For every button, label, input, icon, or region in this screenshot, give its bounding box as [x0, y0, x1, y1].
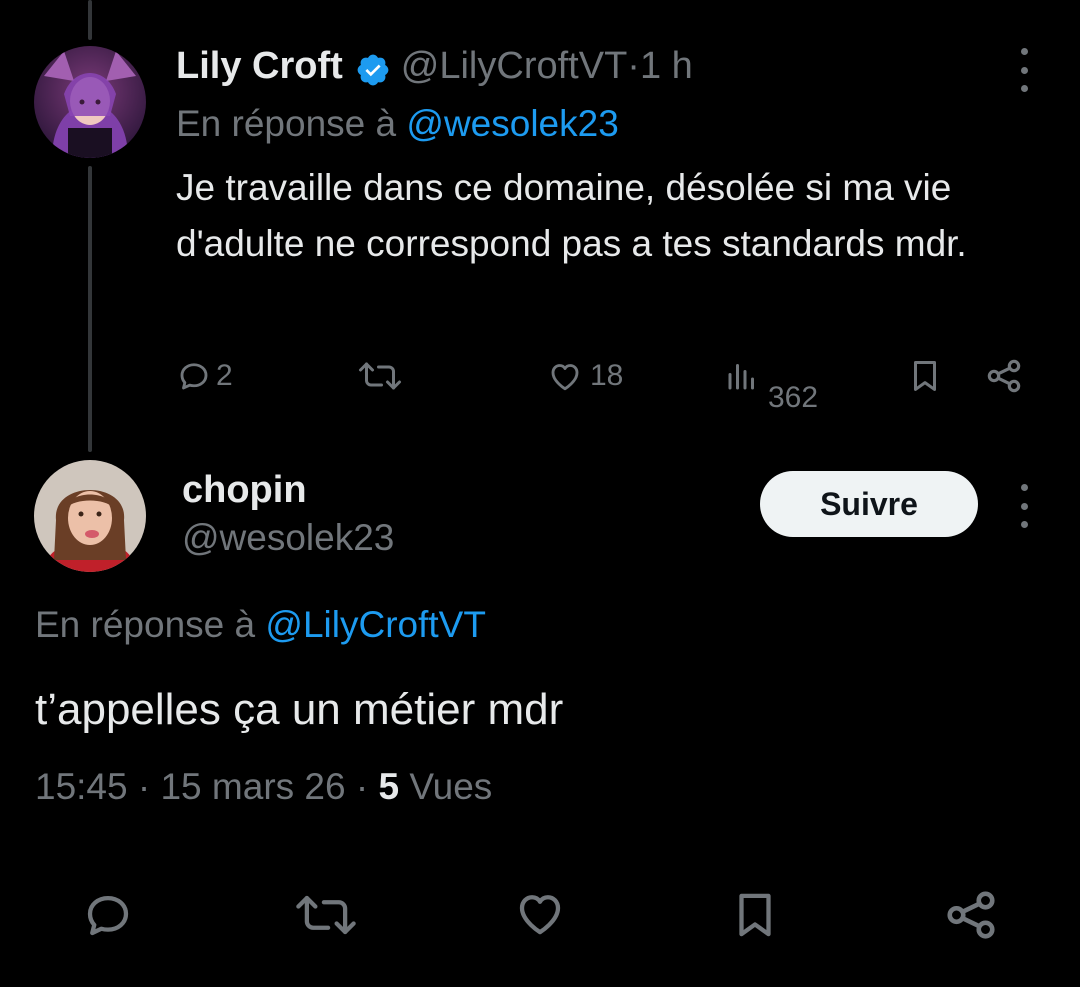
share-button[interactable]	[984, 356, 1024, 396]
tweet-time[interactable]: 15:45	[35, 766, 128, 807]
main-reply-button[interactable]	[80, 888, 136, 942]
like-icon	[551, 364, 579, 391]
main-tweet-text: t’appelles ça un métier mdr	[35, 685, 564, 734]
views-icon	[728, 364, 754, 390]
main-like-button[interactable]	[512, 886, 568, 940]
reply-icon	[87, 895, 129, 936]
main-reply-to-line: En réponse à @LilyCroftVT	[35, 600, 486, 650]
parent-reply-to-line: En réponse à @wesolek23	[176, 99, 619, 149]
like-count: 18	[590, 359, 624, 392]
avatar-lily-croft[interactable]	[34, 46, 146, 158]
views-button[interactable]: 362	[722, 358, 818, 414]
like-button[interactable]: 18	[546, 358, 623, 394]
bookmark-button[interactable]	[906, 356, 944, 396]
views-label: Vues	[399, 766, 493, 807]
main-author-handle[interactable]: @wesolek23	[182, 514, 394, 562]
author-name[interactable]: Lily Croft	[176, 38, 343, 94]
meta-sep-1: ·	[127, 766, 161, 807]
parent-tweet-header: Lily Croft @LilyCroftVT · 1 h	[176, 38, 693, 94]
reply-count: 2	[216, 359, 233, 392]
reply-to-handle[interactable]: @wesolek23	[406, 103, 618, 144]
views-count: 362	[768, 381, 819, 414]
share-icon	[987, 359, 1021, 393]
retweet-icon	[359, 362, 401, 390]
time-ago[interactable]: 1 h	[640, 38, 693, 94]
follow-button[interactable]: Suivre	[760, 471, 978, 537]
views-number: 5	[378, 766, 400, 807]
author-handle[interactable]: @LilyCroftVT	[401, 38, 628, 94]
main-reply-to-handle[interactable]: @LilyCroftVT	[265, 604, 486, 645]
tweet-date[interactable]: 15 mars 26	[160, 766, 345, 807]
header-separator: ·	[627, 45, 640, 87]
reply-prefix: En réponse à	[176, 103, 407, 144]
main-share-button[interactable]	[942, 886, 1000, 944]
retweet-button[interactable]	[356, 358, 404, 394]
meta-sep-2: ·	[345, 766, 379, 807]
bookmark-icon	[913, 361, 937, 391]
main-more-icon[interactable]	[1012, 484, 1036, 528]
verified-badge-icon	[355, 48, 391, 86]
main-tweet-meta: 15:45 · 15 mars 26 · 5 Vues	[35, 762, 492, 812]
parent-more-icon[interactable]	[1012, 48, 1036, 92]
thread-line-top	[88, 0, 92, 40]
parent-tweet-text: Je travaille dans ce domaine, désolée si…	[176, 167, 967, 264]
avatar-chopin[interactable]	[34, 460, 146, 572]
main-retweet-button[interactable]	[292, 888, 360, 942]
share-icon	[947, 891, 995, 939]
bookmark-icon	[739, 893, 771, 937]
like-icon	[519, 895, 561, 935]
reply-button[interactable]: 2	[176, 358, 233, 394]
reply-icon	[180, 363, 208, 390]
thread-line-bottom	[88, 166, 92, 452]
main-reply-prefix: En réponse à	[35, 604, 266, 645]
main-author-name[interactable]: chopin	[182, 466, 307, 514]
retweet-icon	[296, 895, 356, 935]
main-bookmark-button[interactable]	[728, 886, 782, 944]
